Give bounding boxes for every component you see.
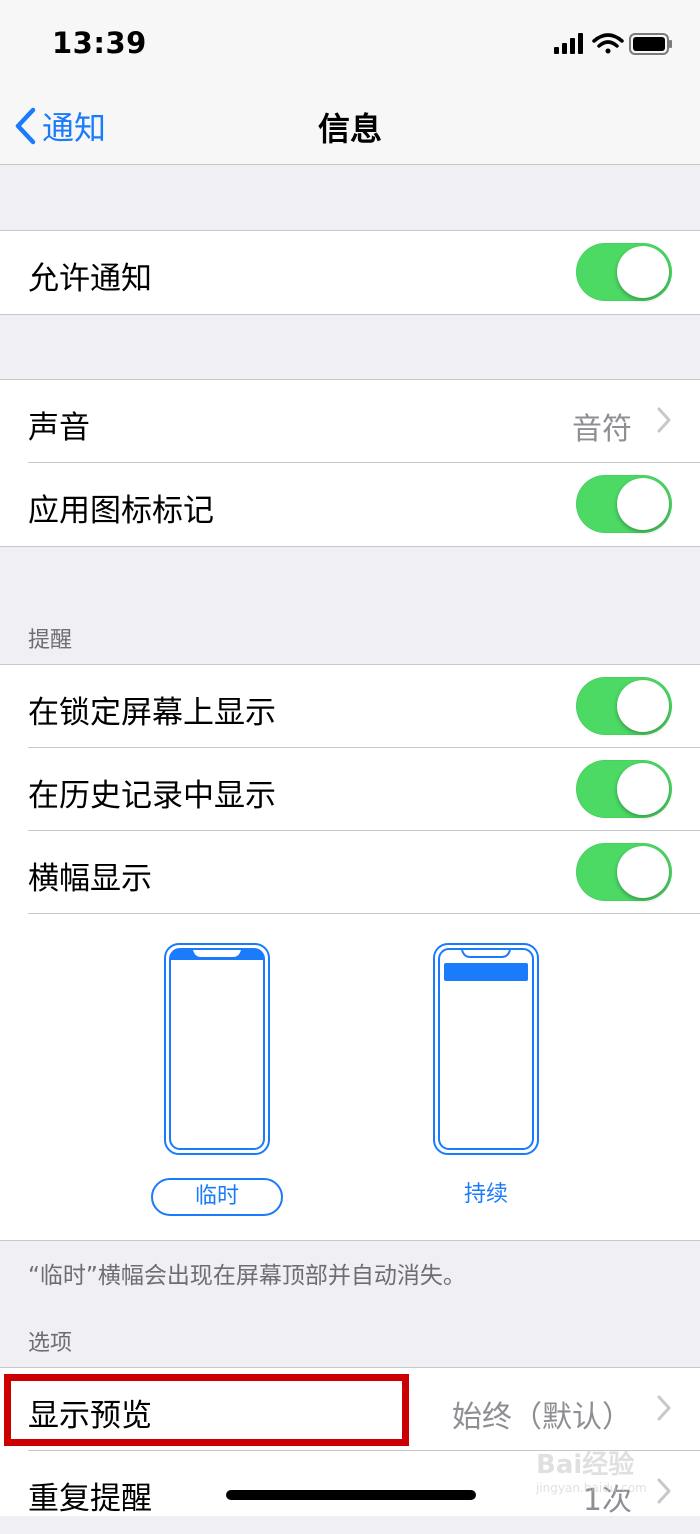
sound-row[interactable]: 声音 音符 xyxy=(0,380,700,463)
show-previews-row[interactable]: 显示预览 始终（默认） xyxy=(0,1368,700,1451)
banners-toggle[interactable] xyxy=(576,843,672,901)
lock-screen-toggle[interactable] xyxy=(576,677,672,735)
wifi-icon xyxy=(592,33,624,54)
badge-row: 应用图标标记 xyxy=(0,463,700,546)
allow-notifications-row: 允许通知 xyxy=(0,231,700,314)
allow-notifications-label: 允许通知 xyxy=(28,261,152,297)
banner-style-persistent[interactable]: 持续 xyxy=(386,942,586,1212)
chevron-right-icon xyxy=(657,1478,671,1504)
toggle-knob xyxy=(617,680,669,732)
repeat-alerts-label: 重复提醒 xyxy=(28,1481,152,1517)
history-label: 在历史记录中显示 xyxy=(28,778,276,814)
nav-bar: 通知 信息 xyxy=(0,88,700,165)
toggle-knob xyxy=(617,246,669,298)
toggle-knob xyxy=(617,478,669,530)
battery-icon xyxy=(629,33,672,55)
allow-notifications-toggle[interactable] xyxy=(576,243,672,301)
sound-label: 声音 xyxy=(28,410,90,446)
options-section-header: 选项 xyxy=(28,1331,73,1356)
badge-label: 应用图标标记 xyxy=(28,493,214,529)
phone-temporary-icon xyxy=(164,943,270,1155)
show-previews-label: 显示预览 xyxy=(28,1398,152,1434)
show-previews-value: 始终（默认） xyxy=(452,1400,632,1435)
alerts-group: 在锁定屏幕上显示 在历史记录中显示 横幅显示 xyxy=(0,664,700,1241)
lock-screen-row: 在锁定屏幕上显示 xyxy=(0,665,700,748)
phone-persistent-icon xyxy=(433,943,539,1155)
banner-temporary-label: 临时 xyxy=(151,1178,283,1216)
banner-persistent-label: 持续 xyxy=(463,1182,508,1207)
allow-notifications-group: 允许通知 xyxy=(0,230,700,315)
sound-badge-group: 声音 音符 应用图标标记 xyxy=(0,379,700,547)
banner-style-temporary[interactable]: 临时 xyxy=(117,942,317,1216)
status-time: 13:39 xyxy=(52,26,147,60)
toggle-knob xyxy=(617,846,669,898)
watermark-text: Bai经验 xyxy=(536,1450,635,1480)
sound-value: 音符 xyxy=(572,412,632,447)
banners-row: 横幅显示 xyxy=(0,831,700,914)
alerts-section-header: 提醒 xyxy=(28,628,73,653)
lock-screen-label: 在锁定屏幕上显示 xyxy=(28,695,276,731)
chevron-right-icon xyxy=(657,407,671,433)
status-icons xyxy=(554,30,674,62)
badge-toggle[interactable] xyxy=(576,475,672,533)
history-row: 在历史记录中显示 xyxy=(0,748,700,831)
chevron-right-icon xyxy=(657,1395,671,1421)
status-bar: 13:39 xyxy=(0,0,700,88)
page-title: 信息 xyxy=(317,110,382,148)
banner-footer-note: “临时”横幅会出现在屏幕顶部并自动消失。 xyxy=(28,1263,466,1289)
history-toggle[interactable] xyxy=(576,760,672,818)
baidu-watermark: Bai经验 jingyan.baidu.com xyxy=(536,1444,647,1495)
toggle-knob xyxy=(617,763,669,815)
signal-icon xyxy=(554,33,583,54)
watermark-url: jingyan.baidu.com xyxy=(536,1481,647,1495)
banners-label: 横幅显示 xyxy=(28,861,152,897)
home-indicator[interactable] xyxy=(226,1490,476,1500)
row-separator xyxy=(28,913,700,914)
